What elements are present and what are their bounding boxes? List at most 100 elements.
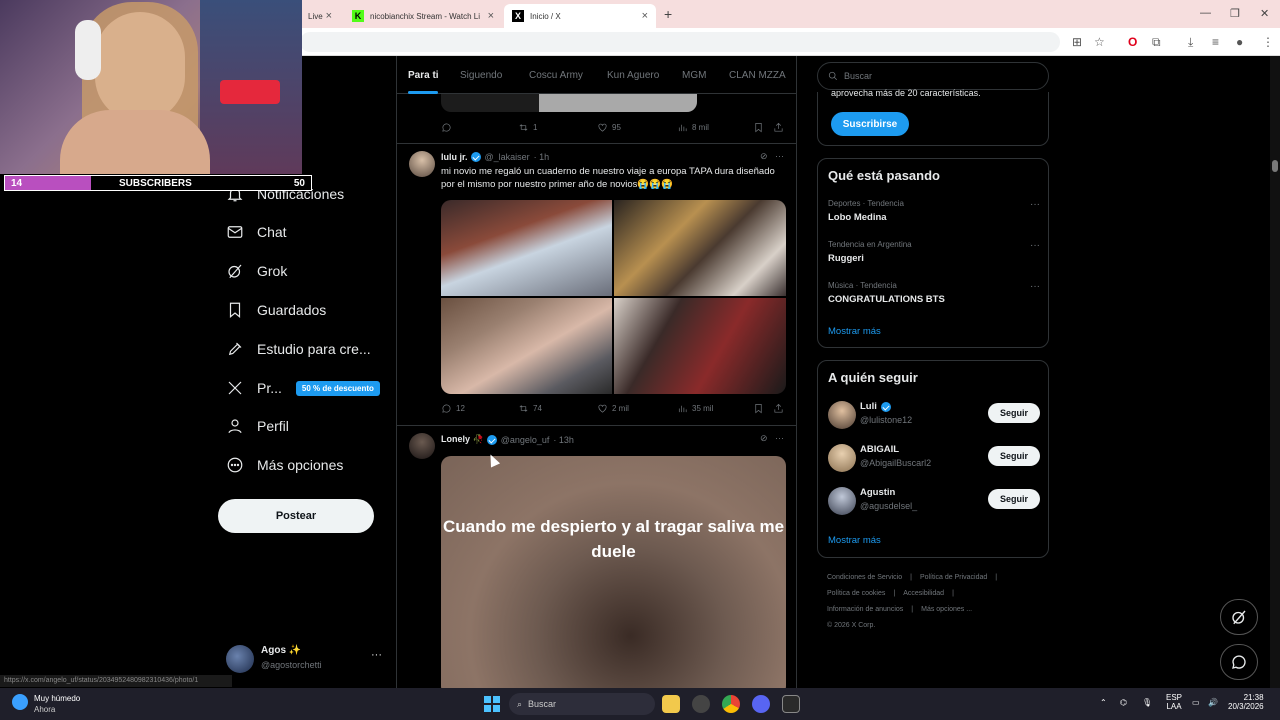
nav-bookmarks[interactable]: Guardados [226,295,326,325]
close-icon[interactable]: × [642,10,648,22]
like-button[interactable]: 95 [597,122,621,133]
views-button[interactable]: 8 mil [677,122,709,133]
account-switcher[interactable]: Agos ✨ @agostorchetti ··· [226,643,386,675]
opera-icon[interactable]: O [1128,35,1137,49]
chevron-up-icon[interactable]: ⌃ [1100,698,1107,707]
footer-link[interactable]: Información de anuncios [827,606,903,613]
show-more-link[interactable]: Mostrar más [828,535,881,546]
follow-button[interactable]: Seguir [988,446,1040,466]
show-more-link[interactable]: Mostrar más [828,326,881,337]
reply-button[interactable] [441,122,456,133]
menu-icon[interactable]: ⋮ [1262,35,1274,49]
footer-link[interactable]: Más opciones ... [921,606,972,613]
nav-chat[interactable]: Chat [226,217,287,247]
follow-button[interactable]: Seguir [988,489,1040,509]
grok-float-button[interactable] [1220,599,1258,635]
new-tab-button[interactable]: + [664,6,672,22]
tab-mgm[interactable]: MGM [682,70,706,81]
maximize-icon[interactable]: ❐ [1230,7,1240,20]
author-handle[interactable]: @angelo_uf [501,435,550,445]
more-icon[interactable]: ··· [775,151,784,161]
tab-para-ti[interactable]: Para ti [408,70,439,81]
minimize-icon[interactable]: — [1200,7,1211,19]
discord-icon[interactable] [752,695,770,713]
nav-creator-studio[interactable]: Estudio para cre... [226,334,371,364]
avatar[interactable] [409,151,435,177]
avatar[interactable] [409,433,435,459]
tab-inicio-x[interactable]: X Inicio / X × [504,4,656,28]
close-icon[interactable]: × [488,10,494,22]
footer-link[interactable]: Condiciones de Servicio [827,574,902,581]
author-name[interactable]: lulu jr. [441,152,468,162]
share-button[interactable] [773,403,788,414]
follow-suggestion[interactable]: Agustin @agusdelsel_ Seguir [828,487,1040,519]
nav-profile[interactable]: Perfil [226,411,289,441]
grok-icon[interactable]: ⊘ [760,433,768,443]
footer-link[interactable]: Política de Privacidad [920,574,987,581]
author-handle[interactable]: @_lakaiser [485,152,530,162]
install-icon[interactable]: ⊞ [1072,35,1082,49]
tab-coscu-army[interactable]: Coscu Army [529,70,583,81]
repost-button[interactable]: 1 [518,122,537,133]
trend-item[interactable]: Música · Tendencia CONGRATULATIONS BTS ·… [828,281,1040,311]
tab-stream[interactable]: K nicobianchix Stream - Watch Li × [344,4,502,28]
previous-tweet-media[interactable] [441,94,697,112]
footer-link[interactable]: Política de cookies [827,590,885,597]
more-icon[interactable]: ··· [1030,240,1040,251]
grok-icon[interactable]: ⊘ [760,151,768,161]
follow-suggestion[interactable]: Luli @lulistone12 Seguir [828,401,1040,433]
volume-icon[interactable]: 🔊 [1208,698,1218,707]
footer-link[interactable]: Accesibilidad [903,590,944,597]
bookmark-button[interactable] [753,122,768,133]
follow-button[interactable]: Seguir [988,403,1040,423]
extensions-icon[interactable]: ⧉ [1152,35,1161,50]
scrollbar-thumb[interactable] [1272,160,1278,172]
tweet-photo[interactable] [614,200,786,296]
search-input[interactable]: Buscar [817,62,1049,90]
post-button[interactable]: Postear [218,499,374,533]
tab-kun-aguero[interactable]: Kun Aguero [607,70,659,81]
more-icon[interactable]: ··· [1030,199,1040,210]
bookmark-button[interactable] [753,403,768,414]
subscribe-button[interactable]: Suscribirse [831,112,909,136]
download-icon[interactable]: ⤓ [1188,35,1193,50]
close-icon[interactable]: × [326,10,332,22]
repost-button[interactable]: 74 [518,403,542,414]
like-button[interactable]: 2 mil [597,403,629,414]
profile-icon[interactable]: ● [1236,35,1243,49]
trend-item[interactable]: Deportes · Tendencia Lobo Medina ··· [828,199,1040,229]
author-name[interactable]: Lonely 🥀 [441,434,484,445]
share-button[interactable] [773,122,788,133]
obs-icon[interactable] [782,695,800,713]
tweet-photo[interactable] [614,298,786,394]
tab-clan-mzza[interactable]: CLAN MZZA [729,70,786,81]
file-explorer-icon[interactable] [662,695,680,713]
tweet-photo[interactable] [441,298,612,394]
star-icon[interactable]: ☆ [1094,35,1105,49]
nav-grok[interactable]: Grok [226,256,287,286]
language-indicator[interactable]: ESP LAA [1166,693,1182,711]
display-icon[interactable]: ▭ [1192,698,1200,707]
chrome-icon[interactable] [722,695,740,713]
windows-start-icon[interactable] [484,696,500,712]
tab-live[interactable]: Live × [300,4,340,28]
taskbar-search[interactable]: ⌕ Buscar [509,693,655,715]
follow-suggestion[interactable]: ABIGAIL @AbigailBuscarl2 Seguir [828,444,1040,476]
playlist-icon[interactable]: ≡ [1212,35,1219,49]
window-close-icon[interactable]: ✕ [1260,7,1269,20]
reply-button[interactable]: 12 [441,403,465,414]
messages-float-button[interactable] [1220,644,1258,680]
more-icon[interactable]: ··· [371,649,382,661]
url-field[interactable] [300,32,1060,52]
views-button[interactable]: 35 mil [677,403,713,414]
tweet-time[interactable]: · 1h [534,152,550,162]
clock[interactable]: 21:38 20/3/2026 [1228,693,1264,711]
network-icon[interactable]: ⌬ [1120,698,1127,707]
nav-premium[interactable]: Pr... 50 % de descuento [226,373,380,403]
mic-icon[interactable]: 🎙 [1142,698,1152,707]
nav-more-options[interactable]: Más opciones [226,450,343,480]
trend-item[interactable]: Tendencia en Argentina Ruggeri ··· [828,240,1040,270]
more-icon[interactable]: ··· [1030,281,1040,292]
tweet-photo[interactable] [441,200,612,296]
scrollbar[interactable] [1270,56,1280,688]
